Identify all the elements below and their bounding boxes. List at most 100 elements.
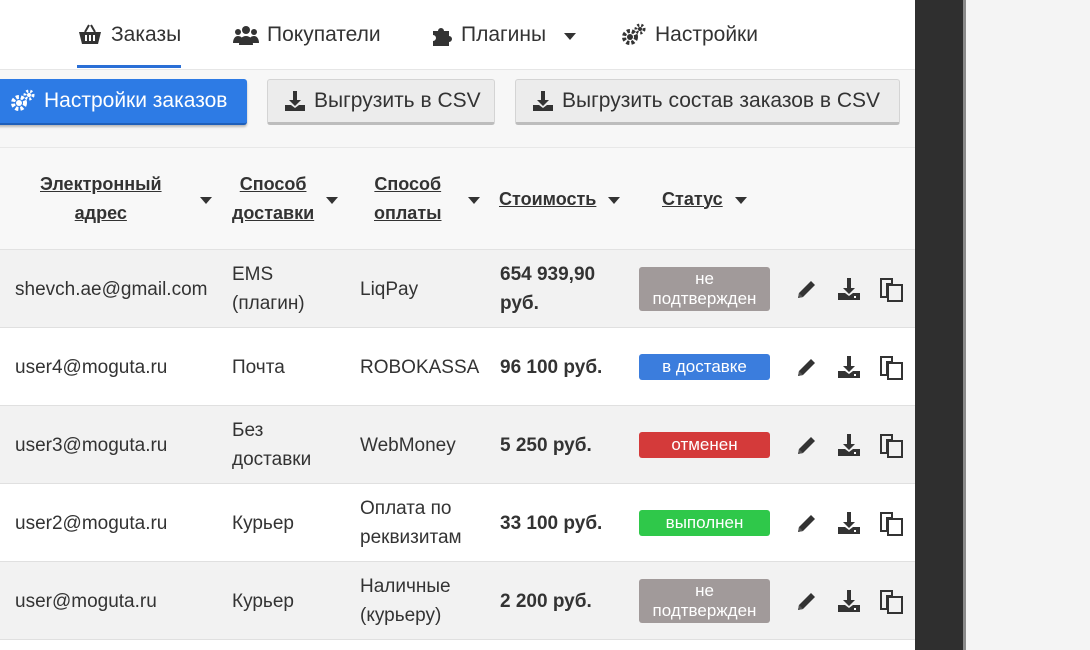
cell-payment: LiqPay [360, 250, 418, 328]
tab-plugins[interactable]: Плагины [431, 0, 577, 70]
table-row[interactable]: shevch.ae@gmail.com EMS (плагин) LiqPay 654 … [0, 250, 915, 328]
chevron-down-icon[interactable] [199, 196, 212, 204]
cell-delivery-line: Курьер [232, 512, 294, 534]
column-status-label: Статус [662, 188, 723, 209]
column-delivery-line2: доставки [232, 203, 315, 223]
column-delivery[interactable]: Способ доставки [232, 148, 339, 250]
chevron-down-icon [564, 32, 577, 40]
column-email-line2: адрес [74, 203, 127, 223]
cell-email: shevch.ae@gmail.com [15, 278, 208, 300]
tab-customers[interactable]: Покупатели [233, 0, 381, 70]
column-email[interactable]: Электронный адрес [40, 148, 212, 250]
status-badge-text: не [695, 268, 714, 288]
cell-delivery: Курьер [232, 484, 294, 562]
edit-icon[interactable] [795, 277, 819, 301]
cell-price: 2 200 руб. [500, 562, 592, 640]
chevron-down-icon[interactable] [608, 196, 621, 204]
table-row[interactable]: user2@moguta.ru Курьер Оплата по реквизитам… [0, 484, 915, 562]
order-settings-button[interactable]: Настройки заказов [0, 79, 247, 125]
export-csv-label: Выгрузить в CSV [314, 89, 481, 112]
toolbar: Настройки заказов Выгрузить в CSV Выгруз… [0, 70, 915, 148]
row-actions [795, 484, 903, 562]
column-payment-line1: Способ [374, 174, 442, 194]
download-icon[interactable] [837, 277, 861, 301]
table-row[interactable]: user@moguta.ru Курьер Наличные (курьеру) 2 2… [0, 562, 915, 640]
cell-price-line: 96 100 руб. [500, 356, 603, 378]
copy-icon[interactable] [879, 589, 903, 614]
cell-payment-line: WebMoney [360, 434, 456, 456]
row-actions [795, 328, 903, 406]
copy-icon[interactable] [879, 433, 903, 458]
status-badge-text: подтвержден [652, 600, 757, 620]
cell-price: 5 250 руб. [500, 406, 592, 484]
column-payment[interactable]: Способ оплаты [374, 148, 480, 250]
download-icon[interactable] [837, 511, 861, 535]
cell-delivery: Почта [232, 328, 285, 406]
background-area [966, 0, 1090, 650]
cell-delivery: Курьер [232, 562, 294, 640]
cell-delivery-line: доставки [232, 449, 312, 470]
row-actions [795, 250, 903, 328]
download-icon[interactable] [837, 355, 861, 379]
copy-icon[interactable] [879, 511, 903, 536]
column-status[interactable]: Статус [662, 148, 747, 250]
cell-payment-line: LiqPay [360, 278, 419, 300]
status-badge: в доставке [639, 353, 770, 380]
cell-price-line: 5 250 руб. [500, 434, 592, 456]
download-icon[interactable] [837, 589, 861, 613]
cell-price: 654 939,90 руб. [500, 250, 595, 328]
edit-icon[interactable] [795, 355, 819, 379]
status-badge: не подтвержден [639, 266, 770, 311]
chevron-down-icon[interactable] [326, 196, 339, 204]
cell-payment-line: Оплата по [360, 498, 452, 519]
cell-payment-line: (курьеру) [360, 605, 442, 626]
cell-price: 33 100 руб. [500, 484, 602, 562]
edit-icon[interactable] [795, 511, 819, 535]
status-badge: выполнен [639, 509, 770, 536]
cell-delivery-line: EMS [232, 264, 274, 285]
cell-email: user2@moguta.ru [15, 512, 168, 534]
cell-payment: ROBOKASSA [360, 328, 479, 406]
table-row[interactable]: user4@moguta.ru Почта ROBOKASSA 96 100 руб.… [0, 328, 915, 406]
cell-delivery: EMS (плагин) [232, 250, 305, 328]
export-items-csv-button[interactable]: Выгрузить состав заказов в CSV [515, 79, 900, 125]
window-frame [915, 0, 963, 650]
column-price[interactable]: Стоимость [499, 148, 621, 250]
column-price-label: Стоимость [499, 188, 597, 209]
copy-icon[interactable] [879, 355, 903, 380]
cell-payment-line: Наличные [360, 576, 451, 597]
order-settings-label: Настройки заказов [44, 89, 228, 112]
cell-price: 96 100 руб. [500, 328, 602, 406]
edit-icon[interactable] [795, 433, 819, 457]
gears-icon [10, 89, 36, 113]
status-badge-text: не [695, 580, 714, 600]
cell-email: user4@moguta.ru [15, 356, 168, 378]
copy-icon[interactable] [879, 277, 903, 302]
cell-delivery: Без доставки [232, 406, 311, 484]
download-icon [532, 90, 554, 112]
users-icon [233, 23, 259, 47]
export-items-csv-label: Выгрузить состав заказов в CSV [562, 89, 881, 112]
basket-icon [77, 23, 103, 47]
table-row[interactable]: user3@moguta.ru Без доставки WebMoney 5 250 … [0, 406, 915, 484]
cell-payment: Оплата по реквизитам [360, 484, 462, 562]
cell-email: user3@moguta.ru [15, 434, 168, 456]
edit-icon[interactable] [795, 589, 819, 613]
status-badge: не подтвержден [639, 578, 770, 623]
download-icon [284, 90, 306, 112]
export-csv-button[interactable]: Выгрузить в CSV [267, 79, 495, 125]
download-icon[interactable] [837, 433, 861, 457]
cell-delivery-line: Без [232, 420, 264, 441]
column-delivery-line1: Способ [239, 174, 307, 194]
status-badge-text: выполнен [665, 512, 744, 532]
status-badge: отменен [639, 431, 770, 458]
tab-settings[interactable]: Настройки [621, 0, 758, 70]
tab-orders-label: Заказы [111, 23, 182, 46]
chevron-down-icon[interactable] [467, 196, 480, 204]
orders-app: Заказы Покупатели Плагины Настройки Наст… [0, 0, 915, 650]
row-actions [795, 406, 903, 484]
chevron-down-icon[interactable] [734, 196, 747, 204]
puzzle-icon [431, 23, 453, 47]
cell-delivery-line: (плагин) [232, 293, 305, 314]
tab-orders[interactable]: Заказы [77, 0, 182, 70]
